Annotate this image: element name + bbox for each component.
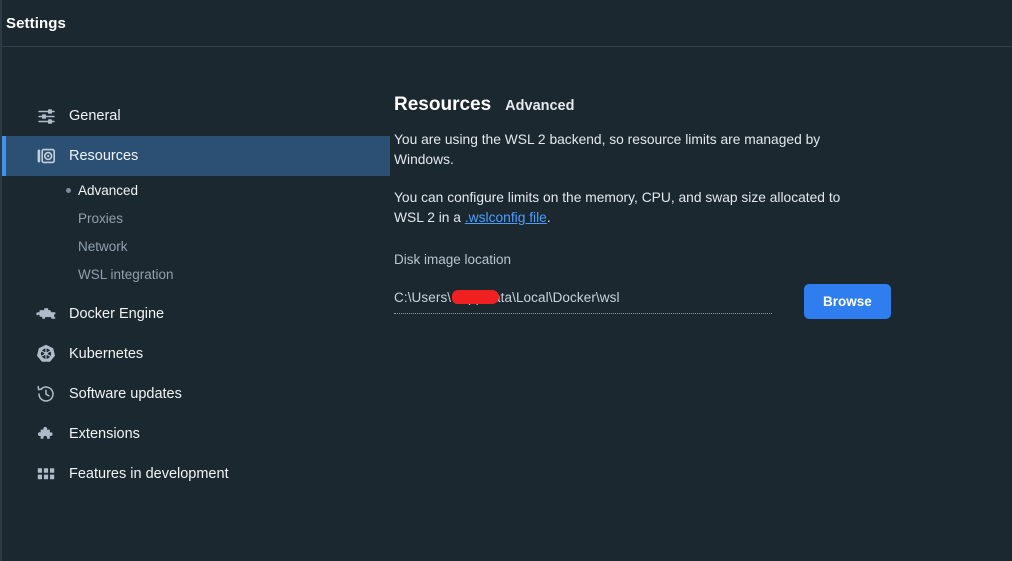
sidebar-item-label: Features in development <box>69 466 229 482</box>
sidebar-subitem-label: Advanced <box>78 182 139 198</box>
page-subtitle: Advanced <box>505 98 575 114</box>
sidebar-subitem-label: WSL integration <box>78 266 174 282</box>
wsl-backend-notice: You are using the WSL 2 backend, so reso… <box>394 132 821 167</box>
sidebar-item-features-in-development[interactable]: Features in development <box>2 454 390 494</box>
sidebar-subitem-label: Network <box>78 238 128 254</box>
sidebar-subitem-advanced[interactable]: Advanced <box>2 176 390 204</box>
sliders-icon <box>35 105 57 127</box>
sidebar-item-kubernetes[interactable]: Kubernetes <box>2 334 390 374</box>
wslconfig-notice-text-after: . <box>546 210 551 225</box>
disk-image-location-label: Disk image location <box>394 252 512 267</box>
window-title: Settings <box>6 14 66 32</box>
browse-button[interactable]: Browse <box>804 284 891 319</box>
kubernetes-helm-icon <box>35 343 57 365</box>
title-bar: Settings <box>2 0 1012 47</box>
page-title: Resources <box>394 94 492 115</box>
bullet-icon <box>66 187 71 193</box>
disk-image-location-row: C:\Users\ \AppData\Local\Docker\wsl Brow… <box>394 284 972 319</box>
disk-image-path-value: C:\Users\ \AppData\Local\Docker\wsl <box>394 290 620 305</box>
sidebar-item-docker-engine[interactable]: Docker Engine <box>2 294 390 334</box>
sidebar-item-label: General <box>69 108 121 124</box>
wslconfig-notice-text-before: You can configure limits on the memory, … <box>394 190 841 225</box>
sidebar-item-label: Docker Engine <box>69 306 165 322</box>
settings-window: Settings General Resources Advanced Prox… <box>0 0 1012 561</box>
redaction-overlay <box>452 290 499 304</box>
sidebar-subitem-label: Proxies <box>78 210 124 226</box>
puzzle-piece-icon <box>35 423 57 445</box>
sidebar-item-label: Resources <box>69 148 139 164</box>
panel-heading: Resources Advanced <box>394 94 972 116</box>
wslconfig-file-link[interactable]: .wslconfig file <box>465 210 547 225</box>
sidebar-item-software-updates[interactable]: Software updates <box>2 374 390 414</box>
resources-gauge-icon <box>35 145 57 167</box>
engine-icon <box>35 303 57 325</box>
sidebar-item-general[interactable]: General <box>2 96 390 136</box>
disk-image-path-input[interactable]: C:\Users\ \AppData\Local\Docker\wsl <box>394 289 772 314</box>
clock-rewind-icon <box>35 383 57 405</box>
settings-sidebar: General Resources Advanced Proxies Netwo… <box>2 47 390 561</box>
sidebar-item-label: Kubernetes <box>69 346 144 362</box>
sidebar-subitem-wsl-integration[interactable]: WSL integration <box>2 260 390 288</box>
sidebar-item-resources[interactable]: Resources <box>2 136 390 176</box>
wslconfig-notice: You can configure limits on the memory, … <box>394 188 849 228</box>
sidebar-subitem-proxies[interactable]: Proxies <box>2 204 390 232</box>
sidebar-item-extensions[interactable]: Extensions <box>2 414 390 454</box>
window-body: General Resources Advanced Proxies Netwo… <box>2 47 1012 561</box>
sidebar-item-label: Extensions <box>69 426 140 442</box>
resources-advanced-panel: Resources Advanced You are using the WSL… <box>390 47 1012 561</box>
sidebar-subitem-network[interactable]: Network <box>2 232 390 260</box>
sidebar-item-label: Software updates <box>69 386 182 402</box>
grid-icon <box>35 463 57 485</box>
